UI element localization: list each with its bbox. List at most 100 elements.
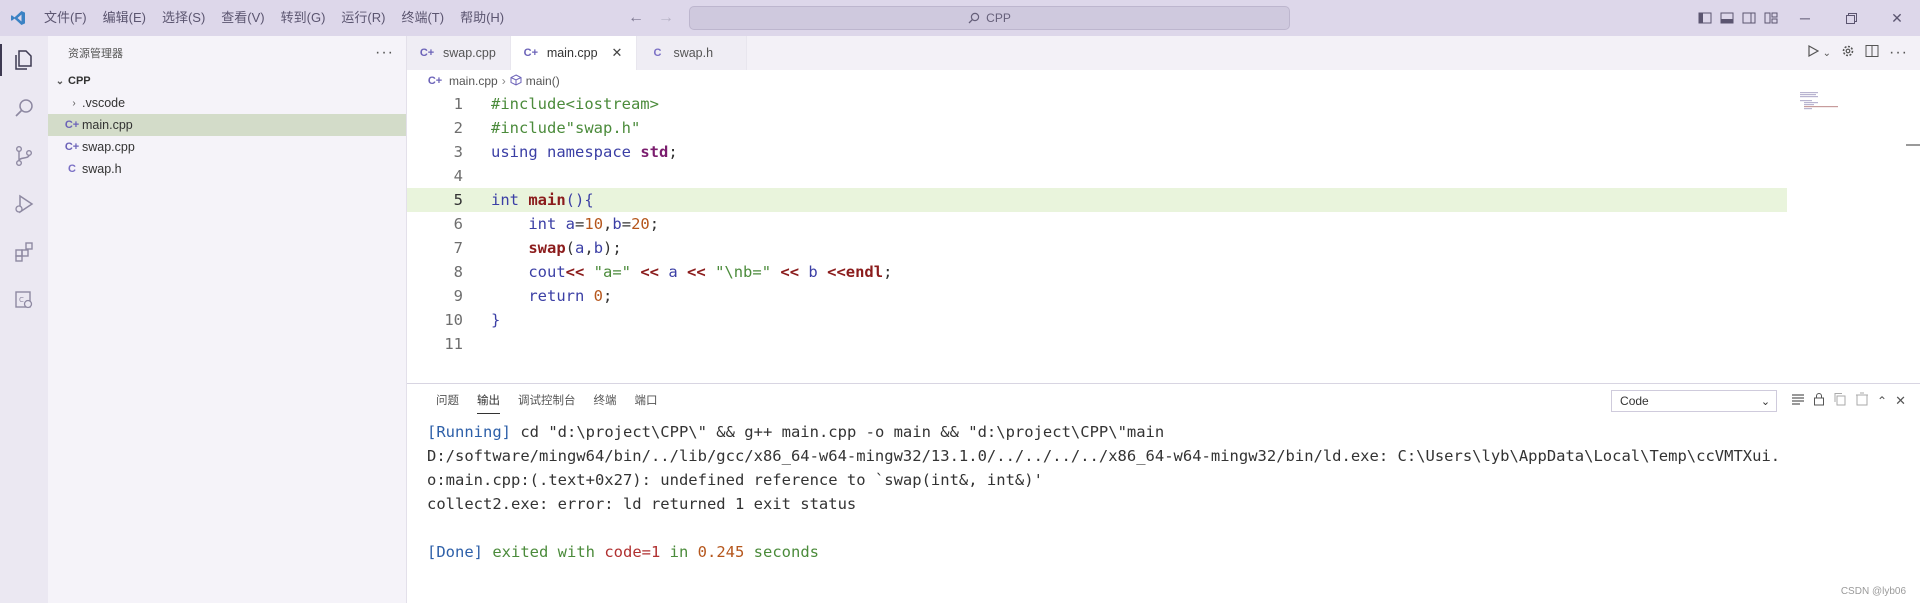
- done-time: 0.245: [697, 543, 745, 561]
- editor-tabs: C+ swap.cpp C+ main.cpp ✕ C swap.h: [407, 36, 1920, 70]
- menu-edit[interactable]: 编辑(E): [95, 0, 154, 36]
- filter-list-icon[interactable]: [1791, 392, 1805, 411]
- tab-main-cpp[interactable]: C+ main.cpp ✕: [510, 36, 638, 70]
- tree-item-swap-cpp[interactable]: C+ swap.cpp: [48, 136, 406, 158]
- forward-arrow-icon[interactable]: →: [658, 9, 674, 27]
- run-code-icon[interactable]: [1807, 44, 1819, 62]
- menu-file[interactable]: 文件(F): [36, 0, 95, 36]
- line-number: 7: [453, 239, 463, 257]
- tab-swap-cpp[interactable]: C+ swap.cpp: [407, 36, 511, 70]
- restore-icon[interactable]: [1828, 0, 1874, 36]
- menu-bar: 文件(F) 编辑(E) 选择(S) 查看(V) 转到(G) 运行(R) 终端(T…: [36, 0, 512, 36]
- tab-problems[interactable]: 问题: [427, 384, 468, 418]
- menu-view[interactable]: 查看(V): [213, 0, 272, 36]
- menu-terminal[interactable]: 终端(T): [393, 0, 452, 36]
- code-line: 10 }: [407, 308, 1787, 332]
- close-panel-icon[interactable]: ✕: [1895, 393, 1906, 409]
- cube-symbol-icon: [510, 73, 522, 89]
- back-arrow-icon[interactable]: ←: [628, 9, 644, 27]
- scrollbar-marker[interactable]: [1906, 144, 1920, 146]
- code-editor[interactable]: 1 #include<iostream> 2 #include"swap.h" …: [407, 92, 1787, 356]
- root-folder-label: CPP: [68, 75, 91, 87]
- tab-ports[interactable]: 端口: [626, 384, 667, 418]
- minimize-icon[interactable]: ─: [1782, 0, 1828, 36]
- maximize-panel-icon[interactable]: ⌃: [1877, 394, 1887, 408]
- header-file-icon: C: [68, 163, 76, 175]
- done-in: in: [660, 543, 698, 561]
- output-content[interactable]: [Running] cd "d:\project\CPP\" && g++ ma…: [407, 418, 1920, 564]
- cpp-file-icon: C+: [64, 141, 80, 153]
- line-number: 5: [453, 191, 463, 209]
- toggle-primary-sidebar-icon[interactable]: [1694, 0, 1716, 36]
- output-blank-line: [427, 516, 1920, 540]
- menu-go[interactable]: 转到(G): [273, 0, 334, 36]
- title-bar-controls: ─ ✕: [1694, 0, 1920, 36]
- tree-item-swap-h[interactable]: C swap.h: [48, 158, 406, 180]
- remote-explorer-icon[interactable]: C: [0, 276, 48, 324]
- code-line: 8 cout<< "a=" << a << "\nb=" << b <<endl…: [407, 260, 1787, 284]
- search-activity-icon[interactable]: [0, 84, 48, 132]
- output-line: D:/software/mingw64/bin/../lib/gcc/x86_6…: [427, 447, 1781, 465]
- cpp-file-icon: C+: [64, 119, 80, 131]
- editor-group: C+ swap.cpp C+ main.cpp ✕ C swap.h ⌄ ···…: [407, 36, 1920, 383]
- title-bar: 文件(F) 编辑(E) 选择(S) 查看(V) 转到(G) 运行(R) 终端(T…: [0, 0, 1920, 36]
- done-exited: exited with: [483, 543, 605, 561]
- close-tab-icon[interactable]: ✕: [612, 45, 623, 61]
- tab-label: swap.h: [673, 46, 714, 60]
- tree-item-label: .vscode: [82, 96, 126, 110]
- output-line: o:main.cpp:(.text+0x27): undefined refer…: [427, 471, 1043, 489]
- breadcrumb-symbol[interactable]: main(): [526, 74, 560, 88]
- clear-output-icon[interactable]: [1855, 392, 1869, 411]
- run-debug-icon[interactable]: [0, 180, 48, 228]
- menu-help[interactable]: 帮助(H): [452, 0, 512, 36]
- toggle-secondary-sidebar-icon[interactable]: [1738, 0, 1760, 36]
- done-seconds: seconds: [744, 543, 819, 561]
- extensions-icon[interactable]: [0, 228, 48, 276]
- tree-root-folder[interactable]: ⌄ CPP: [48, 70, 406, 92]
- code-line: 11: [407, 332, 1787, 356]
- copy-icon[interactable]: [1833, 392, 1847, 411]
- tree-item-label: swap.h: [82, 162, 122, 176]
- more-editor-actions-icon[interactable]: ···: [1889, 44, 1908, 62]
- tab-debug-console[interactable]: 调试控制台: [509, 384, 585, 418]
- tree-item-main-cpp[interactable]: C+ main.cpp: [48, 114, 406, 136]
- code-line: 4: [407, 164, 1787, 188]
- tree-item-label: main.cpp: [82, 118, 133, 132]
- bottom-panel: 问题 输出 调试控制台 终端 端口 Code ⌄ ⌃ ✕ [Running] c…: [407, 383, 1920, 603]
- tab-swap-h[interactable]: C swap.h: [637, 36, 748, 70]
- tab-label: main.cpp: [546, 46, 598, 60]
- menu-run[interactable]: 运行(R): [333, 0, 393, 36]
- source-control-icon[interactable]: [0, 132, 48, 180]
- split-editor-icon[interactable]: [1865, 44, 1879, 63]
- search-icon: [968, 12, 980, 24]
- header-file-icon: C: [653, 47, 662, 59]
- command-center-search[interactable]: CPP: [689, 6, 1290, 30]
- code-line: 3 using namespace std;: [407, 140, 1787, 164]
- breadcrumb-file[interactable]: main.cpp: [449, 74, 498, 88]
- settings-gear-icon[interactable]: [1841, 44, 1855, 63]
- line-number: 3: [453, 143, 463, 161]
- tab-terminal[interactable]: 终端: [585, 384, 626, 418]
- explorer-icon[interactable]: [0, 36, 48, 84]
- line-number: 9: [453, 287, 463, 305]
- editor-actions: ⌄ ···: [1807, 36, 1920, 70]
- done-code: code=1: [604, 543, 661, 561]
- toggle-panel-icon[interactable]: [1716, 0, 1738, 36]
- tab-output[interactable]: 输出: [468, 384, 509, 418]
- close-window-icon[interactable]: ✕: [1874, 0, 1920, 36]
- customize-layout-icon[interactable]: [1760, 0, 1782, 36]
- explorer-title: 资源管理器: [68, 48, 123, 60]
- menu-selection[interactable]: 选择(S): [154, 0, 213, 36]
- run-dropdown-chevron-icon[interactable]: ⌄: [1823, 48, 1831, 59]
- tree-item-vscode[interactable]: › .vscode: [48, 92, 406, 114]
- line-number: 8: [453, 263, 463, 281]
- cpp-file-icon: C+: [419, 47, 435, 59]
- watermark: CSDN @lyb06: [1840, 586, 1906, 597]
- line-number: 1: [453, 95, 463, 113]
- output-channel-select[interactable]: Code ⌄: [1611, 390, 1778, 412]
- code-line: 9 return 0;: [407, 284, 1787, 308]
- more-actions-icon[interactable]: ···: [375, 44, 394, 62]
- code-line: 7 swap(a,b);: [407, 236, 1787, 260]
- lock-scroll-icon[interactable]: [1813, 392, 1825, 411]
- minimap[interactable]: [1800, 92, 1850, 122]
